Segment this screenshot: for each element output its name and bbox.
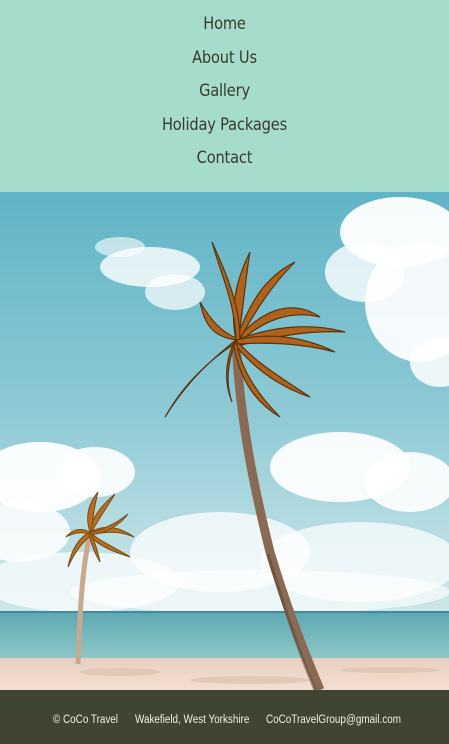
sea (0, 612, 449, 660)
horizon-line (0, 611, 449, 613)
nav-link-home[interactable]: Home (31, 14, 417, 34)
nav-link-about-us[interactable]: About Us (31, 48, 417, 68)
sand (0, 658, 449, 690)
nav-link-gallery[interactable]: Gallery (31, 81, 417, 101)
hero-image (0, 192, 449, 690)
footer: © CoCo Travel Wakefield, West Yorkshire … (0, 690, 449, 744)
palm-beach-illustration (0, 192, 449, 690)
nav-link-contact[interactable]: Contact (31, 148, 417, 168)
footer-location: Wakefield, West Yorkshire (135, 714, 250, 726)
footer-email[interactable]: CoCoTravelGroup@gmail.com (266, 714, 401, 726)
main-navigation: Home About Us Gallery Holiday Packages C… (0, 0, 449, 192)
nav-link-holiday-packages[interactable]: Holiday Packages (31, 115, 417, 135)
footer-copyright: © CoCo Travel (53, 714, 119, 726)
